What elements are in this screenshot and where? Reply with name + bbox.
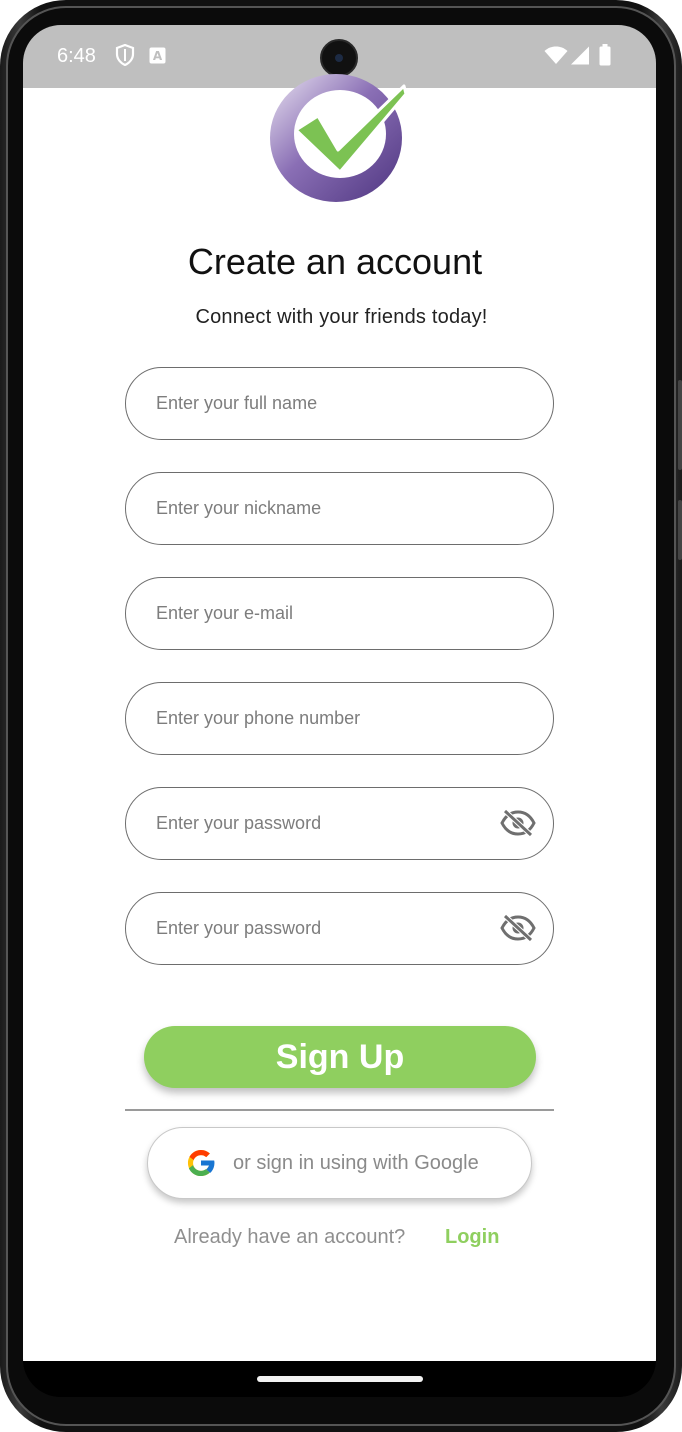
login-link[interactable]: Login [445,1226,499,1249]
page-subtitle: Connect with your friends today! [195,306,488,328]
confirm-password-field[interactable] [125,892,554,965]
page-title: Create an account [187,241,483,282]
shield-icon [115,43,135,71]
home-gesture-handle[interactable] [257,1376,423,1382]
screen: 6:48 A Create an account Connect with yo… [23,25,656,1397]
keyboard-a-icon: A [149,47,166,69]
full-name-field[interactable] [125,367,554,440]
wifi-icon [544,46,568,70]
phone-field[interactable] [125,682,554,755]
phone-input[interactable] [156,683,486,753]
password-field[interactable] [125,787,554,860]
google-button-label: or sign in using with Google [233,1152,479,1174]
email-input[interactable] [156,578,486,648]
confirm-password-input[interactable] [156,893,486,963]
battery-icon [599,44,611,71]
google-g-icon [184,1146,218,1180]
full-name-input[interactable] [156,368,486,438]
password-input[interactable] [156,788,486,858]
status-time: 6:48 [57,45,96,67]
google-sign-in-button[interactable]: or sign in using with Google [147,1127,532,1199]
sign-up-button[interactable]: Sign Up [144,1026,536,1088]
checkmark-logo-icon [268,68,413,203]
svg-text:A: A [153,49,163,63]
eye-off-icon[interactable] [499,911,537,945]
email-field[interactable] [125,577,554,650]
power-button [678,500,682,560]
signal-icon [570,46,590,70]
eye-off-icon[interactable] [499,806,537,840]
volume-button [678,380,682,470]
phone-frame: 6:48 A Create an account Connect with yo… [0,0,682,1432]
nickname-input[interactable] [156,473,486,543]
signup-screen: Create an account Connect with your frie… [23,74,656,1361]
nickname-field[interactable] [125,472,554,545]
divider [125,1109,554,1111]
have-account-prompt: Already have an account? [174,1226,406,1248]
navigation-bar [23,1361,656,1397]
